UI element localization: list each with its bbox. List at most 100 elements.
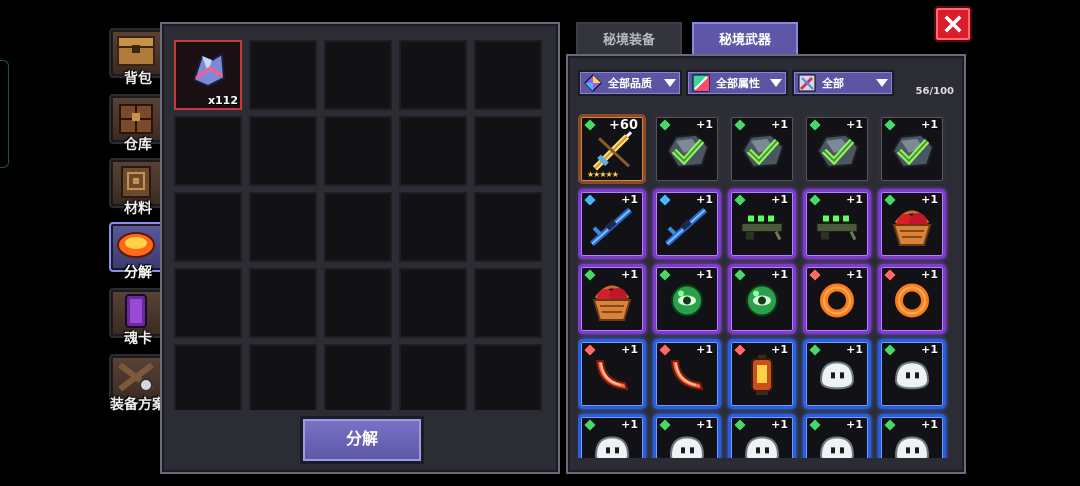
- weapon-slot[interactable]: +1: [878, 414, 946, 458]
- item-level: +1: [921, 418, 938, 431]
- weapon-slot[interactable]: +1: [653, 264, 721, 334]
- white-blob-icon: [815, 356, 859, 398]
- decompose-slot-empty[interactable]: [474, 192, 542, 262]
- nav-item-decompose[interactable]: 分解: [108, 222, 168, 281]
- weapon-slot[interactable]: +1: [653, 114, 721, 184]
- weapon-slot[interactable]: +1: [728, 339, 796, 409]
- boomerang-icon: [589, 353, 635, 403]
- decompose-slot-empty[interactable]: [174, 192, 242, 262]
- gem-icon: [732, 342, 748, 358]
- gem-icon: [582, 417, 598, 433]
- decompose-slot-empty[interactable]: [249, 344, 317, 410]
- decompose-slot-empty[interactable]: [324, 344, 392, 410]
- item-level: +1: [771, 193, 788, 206]
- weapon-slot[interactable]: +1: [578, 189, 646, 259]
- gem-icon: [807, 417, 823, 433]
- item-level: +1: [921, 343, 938, 356]
- item-level: +1: [771, 418, 788, 431]
- weapon-slot[interactable]: +1: [728, 264, 796, 334]
- decompose-slot-empty[interactable]: [249, 40, 317, 110]
- blue-rifle-icon: [661, 204, 713, 252]
- white-blob-icon: [815, 431, 859, 458]
- decompose-slot-empty[interactable]: [249, 116, 317, 186]
- weapon-slot[interactable]: +1: [803, 339, 871, 409]
- decompose-slot-empty[interactable]: [399, 268, 467, 338]
- weapon-slot[interactable]: +1: [653, 189, 721, 259]
- weapon-slot[interactable]: +1: [728, 114, 796, 184]
- gem-icon: [732, 417, 748, 433]
- checked-ore-icon: [662, 129, 712, 177]
- weapon-slot[interactable]: +1: [578, 339, 646, 409]
- blue-rifle-icon: [586, 204, 638, 252]
- decompose-slot-empty[interactable]: [474, 268, 542, 338]
- weapon-slot[interactable]: +1: [878, 114, 946, 184]
- nav-label: 装备方案: [110, 397, 166, 413]
- green-launcher-icon: [811, 206, 863, 250]
- white-blob-icon: [740, 431, 784, 458]
- decompose-slot-empty[interactable]: [474, 116, 542, 186]
- weapon-slot[interactable]: +1: [653, 414, 721, 458]
- item-level: +1: [846, 268, 863, 281]
- nav-item-warehouse[interactable]: 仓库: [108, 94, 168, 153]
- type-filter-dropdown[interactable]: 全部: [792, 70, 894, 96]
- decompose-slot-empty[interactable]: [324, 116, 392, 186]
- lantern-icon: [746, 353, 778, 403]
- decompose-slot-filled[interactable]: x112: [174, 40, 242, 110]
- decompose-slot-empty[interactable]: [324, 192, 392, 262]
- nav-item-materials[interactable]: 材料: [108, 158, 168, 217]
- decompose-slot-empty[interactable]: [399, 192, 467, 262]
- weapon-slot[interactable]: +1: [578, 414, 646, 458]
- white-blob-icon: [590, 431, 634, 458]
- decompose-slot-empty[interactable]: [174, 116, 242, 186]
- quality-filter-dropdown[interactable]: 全部品质: [578, 70, 682, 96]
- weapon-slot[interactable]: +1: [803, 114, 871, 184]
- gem-icon: [882, 342, 898, 358]
- close-button[interactable]: [934, 6, 972, 42]
- crystal-cluster-icon: [188, 50, 228, 94]
- edge-indicator: [0, 60, 9, 168]
- weapon-slot[interactable]: +1: [728, 414, 796, 458]
- item-level: +1: [696, 193, 713, 206]
- item-level: +1: [696, 118, 713, 131]
- weapon-slot[interactable]: +1: [578, 264, 646, 334]
- item-level: +1: [621, 268, 638, 281]
- nav-item-equip-plan[interactable]: 装备方案: [108, 354, 168, 413]
- item-level: +1: [696, 343, 713, 356]
- checked-ore-icon: [887, 129, 937, 177]
- decompose-slot-empty[interactable]: [249, 192, 317, 262]
- decompose-slot-empty[interactable]: [474, 344, 542, 410]
- decompose-slot-empty[interactable]: [324, 268, 392, 338]
- weapon-slot[interactable]: +1: [803, 189, 871, 259]
- weapon-slot[interactable]: +1: [803, 414, 871, 458]
- decompose-slot-empty[interactable]: [174, 268, 242, 338]
- decompose-slot-empty[interactable]: [399, 344, 467, 410]
- element-square-icon: [692, 74, 710, 92]
- weapon-slot[interactable]: +1: [803, 264, 871, 334]
- weapon-slot[interactable]: +1: [878, 339, 946, 409]
- item-level: +1: [771, 343, 788, 356]
- decompose-button[interactable]: 分解: [300, 416, 424, 464]
- decompose-slot-empty[interactable]: [324, 40, 392, 110]
- attribute-filter-dropdown[interactable]: 全部属性: [686, 70, 788, 96]
- white-blob-icon: [890, 431, 934, 458]
- nav-label: 材料: [124, 201, 152, 217]
- decompose-slot-empty[interactable]: [399, 40, 467, 110]
- gem-icon: [882, 417, 898, 433]
- decompose-slot-empty[interactable]: [249, 268, 317, 338]
- weapon-slot[interactable]: +1: [878, 189, 946, 259]
- item-level: +1: [771, 118, 788, 131]
- item-level: +1: [846, 118, 863, 131]
- tab-secret-equipment[interactable]: 秘境装备: [576, 22, 682, 54]
- decompose-slot-empty[interactable]: [174, 344, 242, 410]
- weapon-slot[interactable]: +1: [653, 339, 721, 409]
- tab-secret-weapons[interactable]: 秘境武器: [692, 22, 798, 54]
- nav-item-soul-card[interactable]: 魂卡: [108, 288, 168, 347]
- weapon-slot[interactable]: +1: [878, 264, 946, 334]
- nav-label: 分解: [124, 265, 152, 281]
- decompose-slot-empty[interactable]: [474, 40, 542, 110]
- nav-item-backpack[interactable]: 背包: [108, 28, 168, 87]
- capacity-count: 56/100: [915, 86, 954, 97]
- decompose-slot-empty[interactable]: [399, 116, 467, 186]
- weapon-slot[interactable]: +60 ★★★★★: [578, 114, 646, 184]
- weapon-slot[interactable]: +1: [728, 189, 796, 259]
